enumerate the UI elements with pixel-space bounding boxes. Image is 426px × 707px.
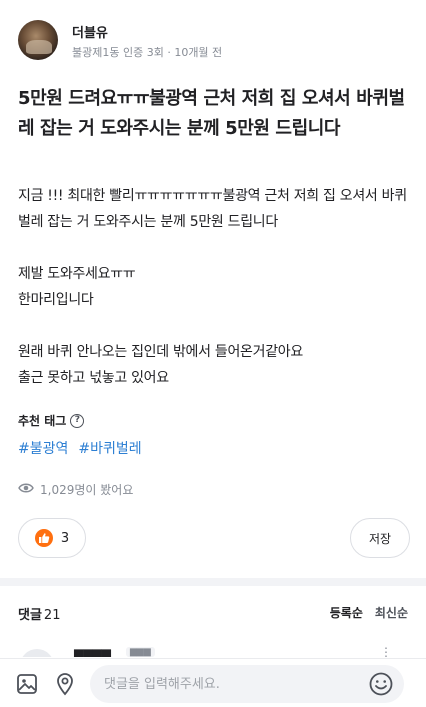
- location-pin-icon[interactable]: [52, 671, 78, 697]
- body-paragraph: 지금 !!! 최대한 빨리ㅠㅠㅠㅠㅠㅠㅠ불광역 근처 저희 집 오셔서 바퀴벌레…: [18, 188, 407, 230]
- post-title: 5만원 드려요ㅠㅠ불광역 근처 저희 집 오셔서 바퀴벌레 잡는 거 도와주시는…: [18, 88, 405, 139]
- commenter-name-partial: ▆▆▆▆: [74, 646, 111, 657]
- recommended-tags-heading: 추천 태그 ?: [18, 412, 85, 429]
- avatar[interactable]: [18, 20, 58, 60]
- tags-label: 추천 태그: [18, 414, 67, 428]
- comments-count: 21: [43, 608, 61, 623]
- more-icon[interactable]: ⋮: [380, 645, 392, 657]
- sort-newest[interactable]: 최신순: [375, 604, 408, 621]
- view-count: 1,029명이 봤어요: [18, 481, 133, 498]
- tag-link[interactable]: #바퀴벌레: [78, 438, 141, 458]
- comments-header: 댓글 21 등록순 최신순: [18, 604, 408, 624]
- sort-oldest[interactable]: 등록순: [330, 604, 363, 621]
- tag-list: #불광역 #바퀴벌레: [18, 438, 142, 458]
- body-paragraph: 출근 못하고 넋놓고 있어요: [18, 370, 169, 386]
- save-button[interactable]: 저장: [350, 518, 410, 558]
- body-paragraph: 한마리입니다: [18, 292, 94, 308]
- body-paragraph: 제발 도와주세요ㅠㅠ: [18, 266, 136, 282]
- view-count-text: 1,029명이 봤어요: [40, 483, 134, 497]
- author-nickname[interactable]: 더블유: [72, 22, 108, 41]
- body-paragraph: 원래 바퀴 안나오는 집인데 밖에서 들어온거같아요: [18, 344, 303, 360]
- sort-options: 등록순 최신순: [330, 604, 408, 621]
- help-icon[interactable]: ?: [70, 413, 85, 428]
- commenter-avatar: [20, 649, 54, 657]
- tag-link[interactable]: #불광역: [18, 438, 68, 458]
- author-meta: 불광제1동 인증 3회 · 10개월 전: [72, 46, 223, 59]
- post-body: 지금 !!! 최대한 빨리ㅠㅠㅠㅠㅠㅠㅠ불광역 근처 저희 집 오셔서 바퀴벌레…: [18, 183, 410, 391]
- eye-icon: [18, 482, 34, 497]
- image-attach-icon[interactable]: [14, 671, 40, 697]
- comment-input[interactable]: [90, 665, 404, 703]
- comments-title-label: 댓글: [18, 608, 42, 623]
- emoji-icon[interactable]: [368, 671, 394, 697]
- like-count: 3: [60, 530, 70, 546]
- commenter-badge-partial: ▆▆▆: [126, 647, 155, 657]
- thumbs-up-icon: [34, 529, 53, 547]
- section-divider: [0, 578, 426, 586]
- comments-title: 댓글 21: [18, 604, 60, 623]
- comment-preview-peek: ▆▆▆▆ ▆▆▆ ⋮: [18, 645, 408, 657]
- like-button[interactable]: 3: [18, 518, 86, 558]
- comment-input-bar: [0, 658, 426, 707]
- post-header: 더블유 불광제1동 인증 3회 · 10개월 전: [18, 18, 408, 68]
